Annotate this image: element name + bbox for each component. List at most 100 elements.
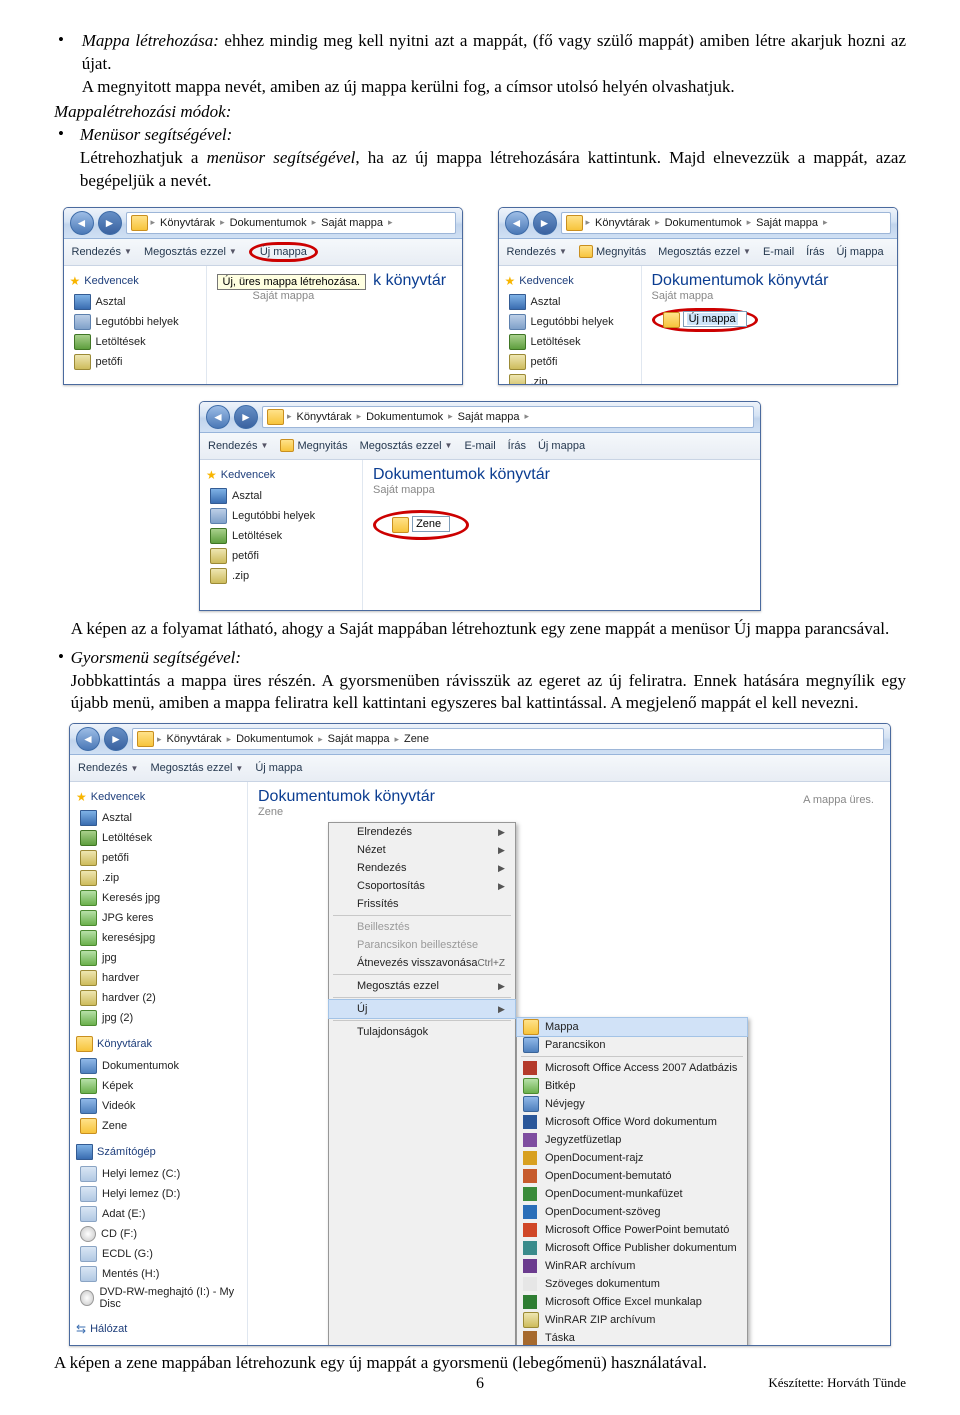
- ctx-sub-pub[interactable]: Microsoft Office Publisher dokumentum: [517, 1239, 747, 1257]
- forward-button[interactable]: ►: [234, 405, 258, 429]
- toolbar-rendezes[interactable]: Rendezés▼: [72, 246, 132, 258]
- sidebar-kedvencek[interactable]: ★Kedvencek: [70, 274, 200, 288]
- ctx-sub-bitkep[interactable]: Bitkép: [517, 1077, 747, 1095]
- sidebar-item[interactable]: petőfi: [505, 352, 635, 372]
- address-bar[interactable]: ▸Könyvtárak ▸Dokumentumok ▸Saját mappa ▸: [561, 212, 891, 234]
- sidebar-item[interactable]: Helyi lemez (D:): [76, 1184, 241, 1204]
- sidebar-kedvencek[interactable]: ★Kedvencek: [76, 790, 241, 804]
- toolbar-megnyitas[interactable]: Megnyitás: [579, 245, 646, 258]
- sidebar-item[interactable]: Letöltések: [505, 332, 635, 352]
- ctx-sub-rar[interactable]: WinRAR archívum: [517, 1257, 747, 1275]
- ctx-sub-excel[interactable]: Microsoft Office Excel munkalap: [517, 1293, 747, 1311]
- sidebar-item[interactable]: Zene: [76, 1116, 241, 1136]
- ctx-sub-oszov[interactable]: OpenDocument-szöveg: [517, 1203, 747, 1221]
- ctx-sub-obem[interactable]: OpenDocument-bemutató: [517, 1167, 747, 1185]
- ctx-sub-odrajz[interactable]: OpenDocument-rajz: [517, 1149, 747, 1167]
- toolbar-megnyitas[interactable]: Megnyitás: [280, 439, 347, 452]
- sidebar-item[interactable]: Legutóbbi helyek: [70, 312, 200, 332]
- sidebar-kedvencek[interactable]: ★Kedvencek: [505, 274, 635, 288]
- toolbar-ujmappa[interactable]: Új mappa: [538, 440, 585, 452]
- breadcrumb-item[interactable]: Dokumentumok: [228, 217, 309, 229]
- sidebar-item[interactable]: hardver (2): [76, 988, 241, 1008]
- ctx-sub-zip[interactable]: WinRAR ZIP archívum: [517, 1311, 747, 1329]
- toolbar-email[interactable]: E-mail: [763, 246, 794, 258]
- toolbar-megosztas[interactable]: Megosztás ezzel▼: [150, 762, 243, 774]
- folder-name-input[interactable]: Zene: [412, 516, 450, 532]
- sidebar-item[interactable]: keresésjpg: [76, 928, 241, 948]
- breadcrumb-item[interactable]: Saját mappa: [456, 411, 522, 423]
- sidebar-item[interactable]: Adat (E:): [76, 1204, 241, 1224]
- toolbar-ujmappa[interactable]: Új mappa: [836, 246, 883, 258]
- sidebar-item[interactable]: petőfi: [76, 848, 241, 868]
- breadcrumb-item[interactable]: Saját mappa: [326, 733, 392, 745]
- forward-button[interactable]: ►: [98, 211, 122, 235]
- ctx-item-megosztas[interactable]: Megosztás ezzel▶: [329, 977, 515, 995]
- breadcrumb-item[interactable]: Saját mappa: [319, 217, 385, 229]
- sidebar-item[interactable]: jpg: [76, 948, 241, 968]
- sidebar-item[interactable]: Legutóbbi helyek: [505, 312, 635, 332]
- sidebar-item[interactable]: hardver: [76, 968, 241, 988]
- sidebar-item[interactable]: Dokumentumok: [76, 1056, 241, 1076]
- breadcrumb-item[interactable]: Zene: [402, 733, 431, 745]
- address-bar[interactable]: ▸Könyvtárak ▸Dokumentumok ▸Saját mappa ▸: [262, 406, 754, 428]
- toolbar-megosztas[interactable]: Megosztás ezzel▼: [658, 246, 751, 258]
- toolbar-rendezes[interactable]: Rendezés▼: [507, 246, 567, 258]
- breadcrumb-item[interactable]: Könyvtárak: [165, 733, 224, 745]
- breadcrumb-item[interactable]: Könyvtárak: [158, 217, 217, 229]
- ctx-item-tulajdonsagok[interactable]: Tulajdonságok: [329, 1023, 515, 1041]
- ctx-item-uj[interactable]: Új▶: [329, 1000, 515, 1018]
- sidebar-item[interactable]: Letöltések: [206, 526, 356, 546]
- sidebar-item[interactable]: petőfi: [206, 546, 356, 566]
- ctx-sub-jegyz[interactable]: Jegyzetfüzetlap: [517, 1131, 747, 1149]
- sidebar-item[interactable]: Mentés (H:): [76, 1264, 241, 1284]
- toolbar-megosztas[interactable]: Megosztás ezzel▼: [360, 440, 453, 452]
- sidebar-item[interactable]: petőfi: [70, 352, 200, 372]
- sidebar-item[interactable]: Letöltések: [76, 828, 241, 848]
- sidebar-item[interactable]: Képek: [76, 1076, 241, 1096]
- address-bar[interactable]: ▸Könyvtárak ▸Dokumentumok ▸Saját mappa ▸…: [132, 728, 884, 750]
- ctx-sub-ppt[interactable]: Microsoft Office PowerPoint bemutató: [517, 1221, 747, 1239]
- ctx-item-rendezes[interactable]: Rendezés▶: [329, 859, 515, 877]
- toolbar-email[interactable]: E-mail: [464, 440, 495, 452]
- breadcrumb-item[interactable]: Dokumentumok: [234, 733, 315, 745]
- breadcrumb-item[interactable]: Saját mappa: [754, 217, 820, 229]
- sidebar-item[interactable]: ECDL (G:): [76, 1244, 241, 1264]
- ctx-sub-parancsikon[interactable]: Parancsikon: [517, 1036, 747, 1054]
- folder-name-input[interactable]: Új mappa: [683, 311, 747, 327]
- toolbar-rendezes[interactable]: Rendezés▼: [78, 762, 138, 774]
- sidebar-konyvtarak[interactable]: Könyvtárak: [76, 1036, 241, 1052]
- sidebar-szamitogep[interactable]: Számítógép: [76, 1144, 241, 1160]
- back-button[interactable]: ◄: [505, 211, 529, 235]
- address-bar[interactable]: ▸Könyvtárak ▸Dokumentumok ▸Saját mappa ▸: [126, 212, 456, 234]
- ctx-sub-txt[interactable]: Szöveges dokumentum: [517, 1275, 747, 1293]
- breadcrumb-item[interactable]: Dokumentumok: [663, 217, 744, 229]
- toolbar-ujmappa[interactable]: Új mappa: [260, 246, 307, 258]
- toolbar-iras[interactable]: Írás: [508, 440, 526, 452]
- ctx-sub-omunk[interactable]: OpenDocument-munkafüzet: [517, 1185, 747, 1203]
- toolbar-ujmappa[interactable]: Új mappa: [255, 762, 302, 774]
- ctx-sub-access[interactable]: Microsoft Office Access 2007 Adatbázis: [517, 1059, 747, 1077]
- back-button[interactable]: ◄: [206, 405, 230, 429]
- sidebar-item[interactable]: JPG keres: [76, 908, 241, 928]
- sidebar-kedvencek[interactable]: ★Kedvencek: [206, 468, 356, 482]
- back-button[interactable]: ◄: [76, 727, 100, 751]
- breadcrumb-item[interactable]: Könyvtárak: [295, 411, 354, 423]
- sidebar-item[interactable]: jpg (2): [76, 1008, 241, 1028]
- ctx-item-frissites[interactable]: Frissítés: [329, 895, 515, 913]
- sidebar-item[interactable]: Asztal: [76, 808, 241, 828]
- sidebar-item[interactable]: Asztal: [505, 292, 635, 312]
- breadcrumb-item[interactable]: Dokumentumok: [364, 411, 445, 423]
- sidebar-item[interactable]: .zip: [206, 566, 356, 586]
- sidebar-item[interactable]: Asztal: [206, 486, 356, 506]
- forward-button[interactable]: ►: [104, 727, 128, 751]
- ctx-sub-mappa[interactable]: Mappa: [517, 1018, 747, 1036]
- sidebar-item[interactable]: CD (F:): [76, 1224, 241, 1244]
- sidebar-item[interactable]: Legutóbbi helyek: [206, 506, 356, 526]
- ctx-item-nezet[interactable]: Nézet▶: [329, 841, 515, 859]
- sidebar-item[interactable]: Asztal: [70, 292, 200, 312]
- forward-button[interactable]: ►: [533, 211, 557, 235]
- toolbar-megosztas[interactable]: Megosztás ezzel▼: [144, 246, 237, 258]
- back-button[interactable]: ◄: [70, 211, 94, 235]
- ctx-item-csoportositas[interactable]: Csoportosítás▶: [329, 877, 515, 895]
- ctx-sub-taska[interactable]: Táska: [517, 1329, 747, 1346]
